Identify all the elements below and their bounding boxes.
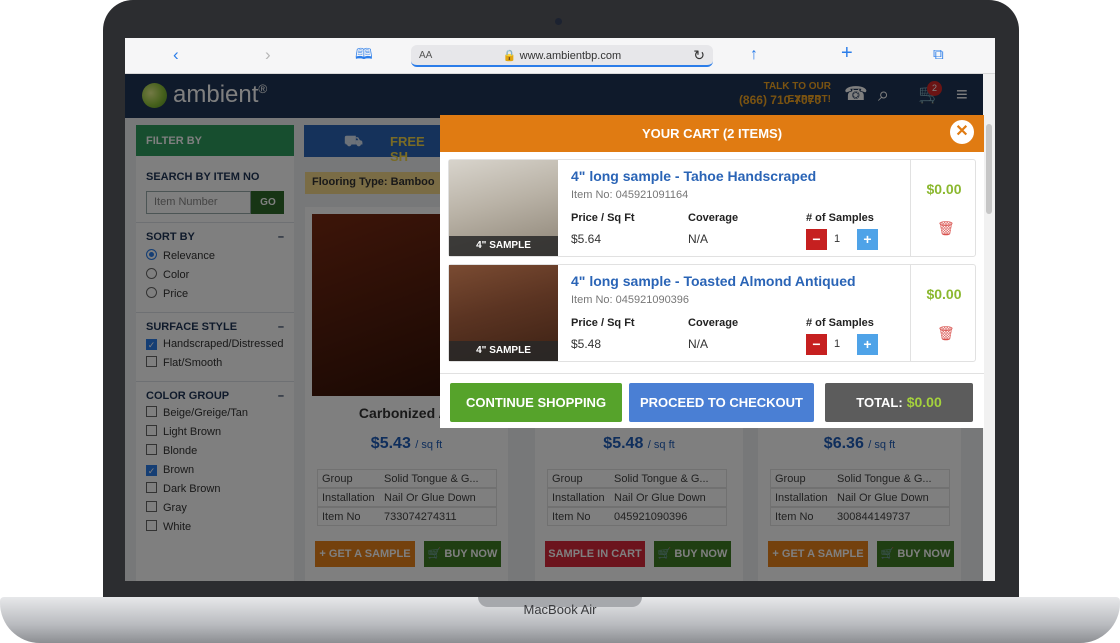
cart-modal: YOUR CART (2 ITEMS) ✕ 4" SAMPLE 4" long … xyxy=(440,115,984,428)
trash-icon[interactable]: 🗑 xyxy=(937,220,955,237)
share-icon[interactable]: ↑ xyxy=(750,45,758,65)
price-label: Price / Sq Ft xyxy=(571,212,635,224)
coverage-value: N/A xyxy=(688,232,709,246)
cart-item-number: Item No: 045921091164 xyxy=(571,189,689,201)
browser-toolbar: ‹ › 🕮 AA 🔒 www.ambientbp.com ↻ ↑ + ⧉ xyxy=(125,38,995,74)
samples-label: # of Samples xyxy=(806,212,874,224)
price-label: Price / Sq Ft xyxy=(571,317,635,329)
sample-label: 4" SAMPLE xyxy=(449,341,558,361)
url-text: 🔒 www.ambientbp.com xyxy=(502,50,622,62)
quantity-value: 1 xyxy=(834,233,841,245)
item-total: $0.00 xyxy=(926,286,962,302)
item-total-column: $0.00 🗑 xyxy=(910,265,976,361)
trash-icon[interactable]: 🗑 xyxy=(937,325,955,342)
cart-item-number: Item No: 045921090396 xyxy=(571,294,690,306)
price-value: $5.64 xyxy=(571,232,602,246)
coverage-label: Coverage xyxy=(688,317,739,329)
cart-footer: CONTINUE SHOPPING PROCEED TO CHECKOUT TO… xyxy=(440,373,984,428)
decrease-quantity-button[interactable]: − xyxy=(806,334,827,355)
address-bar[interactable]: AA 🔒 www.ambientbp.com ↻ xyxy=(411,45,713,67)
bookmarks-icon[interactable]: 🕮 xyxy=(355,45,373,65)
item-total-column: $0.00 🗑 xyxy=(910,160,976,256)
cart-title: YOUR CART (2 ITEMS) ✕ xyxy=(440,115,984,152)
cart-item: 4" SAMPLE 4" long sample - Toasted Almon… xyxy=(448,264,976,362)
scrollbar-thumb[interactable] xyxy=(986,124,992,214)
cart-total-value: $0.00 xyxy=(906,394,942,410)
price-value: $5.48 xyxy=(571,337,602,351)
samples-label: # of Samples xyxy=(806,317,874,329)
reload-icon[interactable]: ↻ xyxy=(693,47,705,64)
device-label: MacBook Air xyxy=(523,602,597,617)
coverage-label: Coverage xyxy=(688,212,739,224)
close-icon[interactable]: ✕ xyxy=(950,120,974,144)
screen: ‹ › 🕮 AA 🔒 www.ambientbp.com ↻ ↑ + ⧉ amb… xyxy=(125,38,995,581)
decrease-quantity-button[interactable]: − xyxy=(806,229,827,250)
cart-item: 4" SAMPLE 4" long sample - Tahoe Handscr… xyxy=(448,159,976,257)
forward-icon[interactable]: › xyxy=(265,45,271,65)
tabs-icon[interactable]: ⧉ xyxy=(933,45,944,65)
new-tab-icon[interactable]: + xyxy=(841,43,853,63)
cart-item-title[interactable]: 4" long sample - Tahoe Handscraped xyxy=(571,168,816,184)
item-total: $0.00 xyxy=(926,181,962,197)
cart-item-title[interactable]: 4" long sample - Toasted Almond Antiqued xyxy=(571,273,856,289)
increase-quantity-button[interactable]: + xyxy=(857,229,878,250)
cart-total: TOTAL: $0.00 xyxy=(825,383,973,422)
sample-label: 4" SAMPLE xyxy=(449,236,558,256)
continue-shopping-button[interactable]: CONTINUE SHOPPING xyxy=(450,383,622,422)
sample-thumbnail[interactable]: 4" SAMPLE xyxy=(449,265,558,361)
camera-dot xyxy=(555,18,562,25)
back-icon[interactable]: ‹ xyxy=(173,45,179,65)
quantity-value: 1 xyxy=(834,338,841,350)
increase-quantity-button[interactable]: + xyxy=(857,334,878,355)
proceed-to-checkout-button[interactable]: PROCEED TO CHECKOUT xyxy=(629,383,814,422)
sample-thumbnail[interactable]: 4" SAMPLE xyxy=(449,160,558,256)
coverage-value: N/A xyxy=(688,337,709,351)
